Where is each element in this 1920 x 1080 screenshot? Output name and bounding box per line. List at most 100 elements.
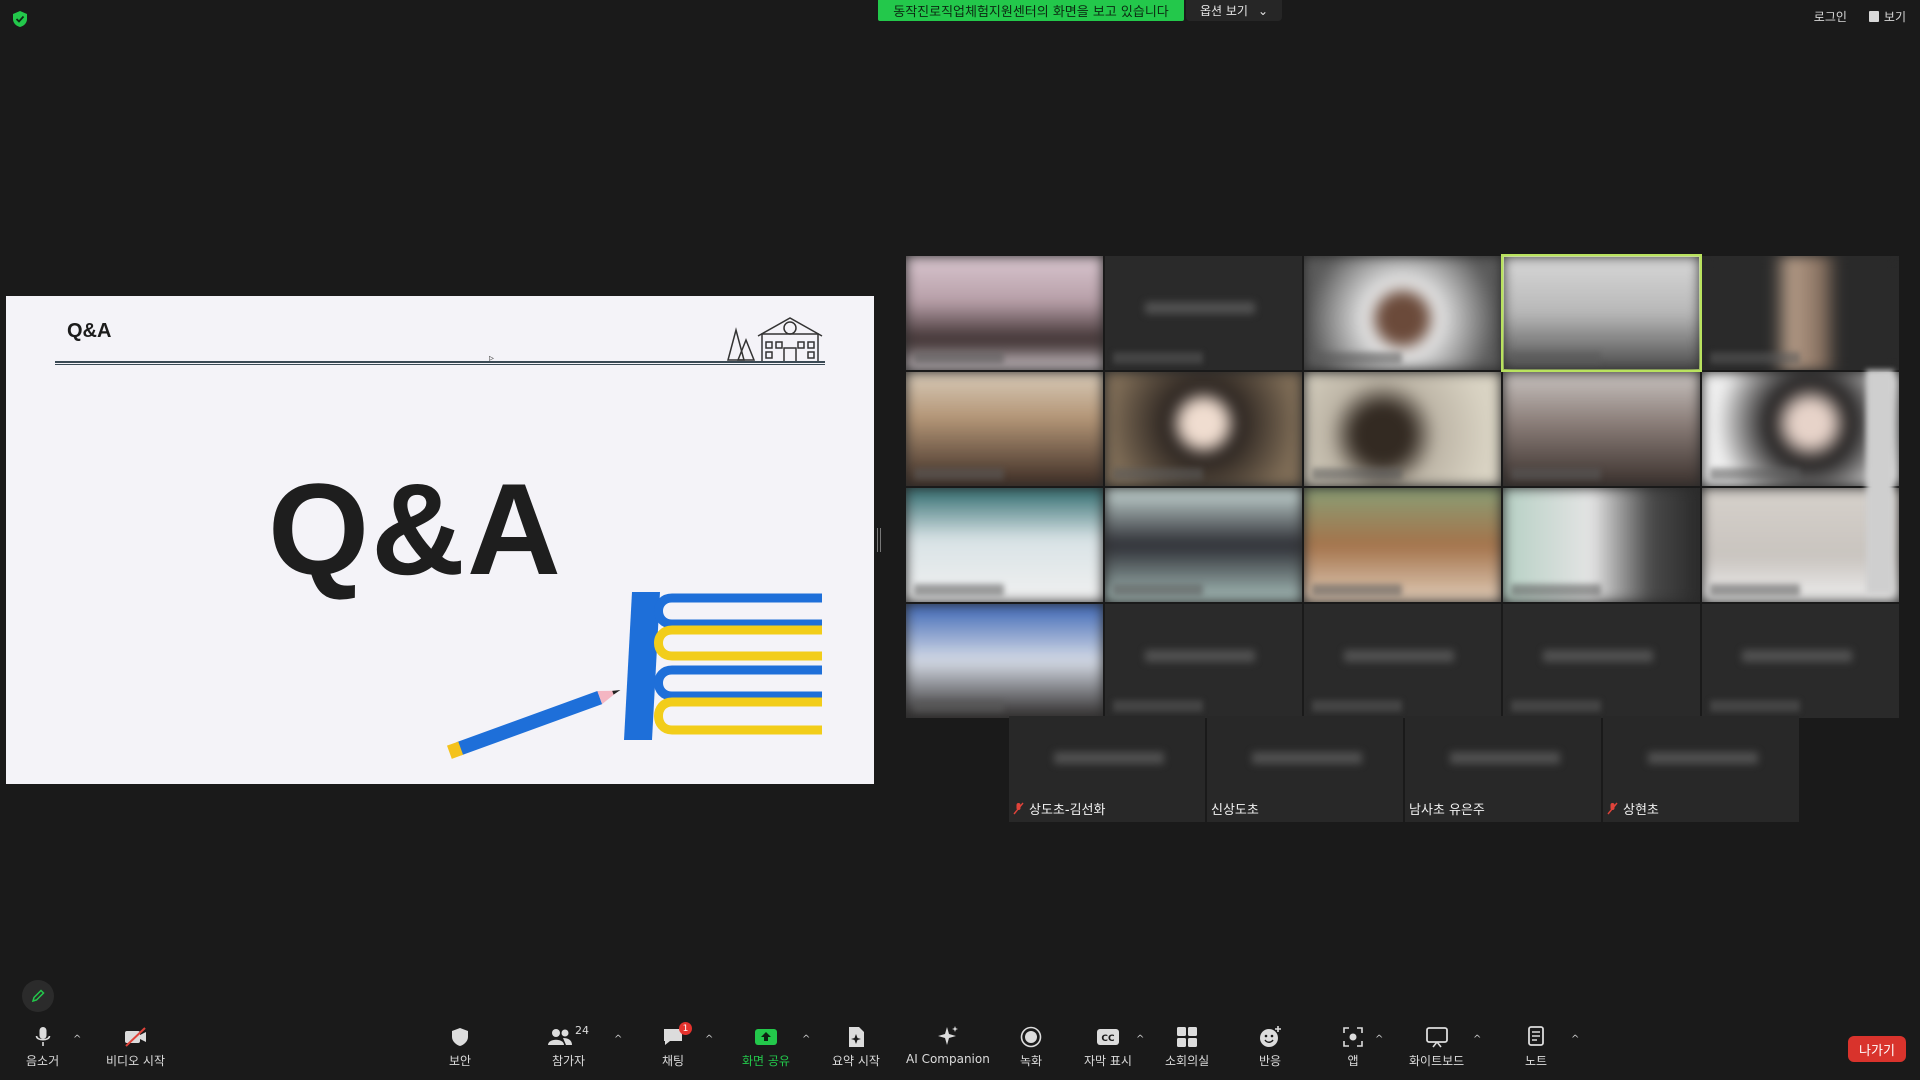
leave-button[interactable]: 나가기 — [1848, 1036, 1906, 1062]
video-tile-camera-off[interactable]: 신상도초 — [1207, 716, 1403, 822]
video-tile-camera-off[interactable]: 상현초 — [1603, 716, 1799, 822]
slide-divider — [55, 361, 825, 365]
video-tile-camera-off[interactable]: 남사초 유은주 — [1405, 716, 1601, 822]
start-video-button[interactable]: 비디오 시작 — [106, 1024, 165, 1069]
video-tile[interactable] — [906, 604, 1103, 718]
video-tile[interactable] — [1105, 256, 1302, 370]
video-tile-camera-off[interactable] — [1503, 604, 1700, 718]
mic-muted-icon — [1013, 802, 1024, 815]
share-screen-label: 화면 공유 — [742, 1054, 790, 1068]
view-button[interactable]: 보기 — [1868, 8, 1906, 25]
video-tile[interactable] — [906, 372, 1103, 486]
video-tile[interactable] — [1304, 488, 1501, 602]
chat-unread-badge: 1 — [679, 1022, 693, 1035]
panel-resize-handle[interactable] — [877, 528, 881, 552]
video-tile[interactable] — [1503, 372, 1700, 486]
video-tile[interactable] — [1304, 372, 1501, 486]
chevron-up-icon[interactable]: ^ — [73, 1034, 81, 1045]
mute-button[interactable]: 음소거 — [26, 1024, 59, 1069]
participant-name: 상현초 — [1623, 803, 1659, 818]
gallery-next-page-strip[interactable] — [1866, 370, 1894, 594]
video-tile[interactable] — [1304, 256, 1501, 370]
participants-button[interactable]: 24 참가자 — [548, 1024, 589, 1069]
chevron-up-icon[interactable]: ^ — [705, 1034, 713, 1045]
whiteboard-label: 화이트보드 — [1409, 1054, 1465, 1068]
login-link[interactable]: 로그인 — [1814, 8, 1847, 25]
slide-small-title: Q&A — [67, 320, 112, 342]
start-video-label: 비디오 시작 — [106, 1054, 166, 1068]
chevron-up-icon[interactable]: ^ — [1136, 1034, 1144, 1045]
video-off-icon — [124, 1027, 146, 1047]
school-illustration-icon — [727, 317, 823, 363]
breakout-rooms-label: 소회의실 — [1165, 1054, 1210, 1068]
chevron-up-icon[interactable]: ^ — [1375, 1034, 1383, 1045]
chat-label: 채팅 — [662, 1054, 685, 1068]
security-button[interactable]: 보안 — [449, 1024, 471, 1069]
gallery-bottom-row: 상도초-김선화 신상도초 남사초 유은주 상현초 — [1009, 716, 1799, 822]
layout-icon — [1868, 11, 1879, 22]
security-shield-icon[interactable] — [12, 10, 28, 28]
view-label: 보기 — [1883, 10, 1906, 24]
video-tile-camera-off[interactable] — [1304, 604, 1501, 718]
participant-name: 신상도초 — [1211, 803, 1259, 818]
slide-big-title: Q&A — [268, 456, 563, 602]
record-icon — [1020, 1026, 1042, 1048]
video-tile-camera-off[interactable]: 상도초-김선화 — [1009, 716, 1205, 822]
closed-captions-icon: CC — [1096, 1029, 1119, 1045]
chevron-up-icon[interactable]: ^ — [614, 1034, 622, 1045]
participant-name: 상도초-김선화 — [1029, 803, 1106, 818]
record-button[interactable]: 녹화 — [1020, 1024, 1042, 1069]
video-tile[interactable] — [1503, 488, 1700, 602]
microphone-icon — [35, 1027, 50, 1046]
svg-text:CC: CC — [1101, 1034, 1115, 1044]
mute-label: 음소거 — [26, 1054, 60, 1068]
mic-muted-icon — [1607, 802, 1618, 815]
video-tile[interactable] — [906, 488, 1103, 602]
view-options-label: 옵션 보기 — [1199, 4, 1248, 18]
summary-document-icon — [848, 1027, 864, 1047]
start-summary-button[interactable]: 요약 시작 — [832, 1024, 880, 1069]
notes-label: 노트 — [1525, 1054, 1548, 1068]
chevron-down-icon: ⌄ — [1257, 3, 1269, 18]
participants-icon — [548, 1029, 572, 1045]
video-tile-camera-off[interactable] — [1105, 604, 1302, 718]
notes-button[interactable]: 노트 — [1525, 1024, 1547, 1069]
video-tile-active-speaker[interactable] — [1501, 254, 1702, 372]
apps-button[interactable]: 앱 — [1342, 1024, 1364, 1069]
annotate-pencil-button[interactable] — [22, 980, 54, 1012]
books-pencil-illustration-icon — [447, 592, 822, 759]
whiteboard-icon — [1425, 1027, 1448, 1048]
screen-share-banner: 동작진로직업체험지원센터의 화면을 보고 있습니다 — [878, 0, 1184, 21]
video-tile[interactable] — [1105, 488, 1302, 602]
record-label: 녹화 — [1020, 1054, 1043, 1068]
share-screen-icon — [754, 1029, 777, 1045]
captions-button[interactable]: CC 자막 표시 — [1084, 1024, 1132, 1069]
mouse-cursor-icon: ▹ — [489, 353, 495, 364]
chevron-up-icon[interactable]: ^ — [1571, 1034, 1579, 1045]
shared-slide: Q&A Q&A ▹ — [6, 296, 874, 784]
apps-icon — [1343, 1027, 1363, 1047]
security-label: 보안 — [449, 1054, 472, 1068]
whiteboard-button[interactable]: 화이트보드 — [1409, 1024, 1464, 1069]
chevron-up-icon[interactable]: ^ — [1473, 1034, 1481, 1045]
participants-count: 24 — [575, 1024, 589, 1037]
pencil-icon — [31, 989, 45, 1003]
ai-companion-label: AI Companion — [906, 1052, 990, 1066]
share-screen-button[interactable]: 화면 공유 — [742, 1024, 790, 1069]
video-tile-camera-off[interactable] — [1702, 604, 1899, 718]
participants-label: 참가자 — [551, 1054, 586, 1068]
reactions-button[interactable]: 반응 — [1258, 1024, 1282, 1069]
breakout-rooms-button[interactable]: 소회의실 — [1165, 1024, 1209, 1069]
apps-label: 앱 — [1347, 1054, 1359, 1068]
video-tile[interactable] — [1105, 372, 1302, 486]
chevron-up-icon[interactable]: ^ — [802, 1034, 810, 1045]
chat-button[interactable]: 1 채팅 — [662, 1022, 693, 1069]
participant-gallery — [906, 254, 1920, 718]
view-options-button[interactable]: 옵션 보기 ⌄ — [1186, 0, 1282, 21]
video-tile[interactable] — [1702, 256, 1899, 370]
captions-label: 자막 표시 — [1084, 1054, 1132, 1068]
meeting-toolbar: 음소거 ^ 비디오 시작 보안 24 참가자 ^ 1 채팅 ^ 화면 공유 ^ … — [0, 1018, 1920, 1080]
ai-companion-button[interactable]: AI Companion — [906, 1024, 990, 1066]
video-tile[interactable] — [906, 256, 1103, 370]
reactions-label: 반응 — [1258, 1054, 1282, 1068]
